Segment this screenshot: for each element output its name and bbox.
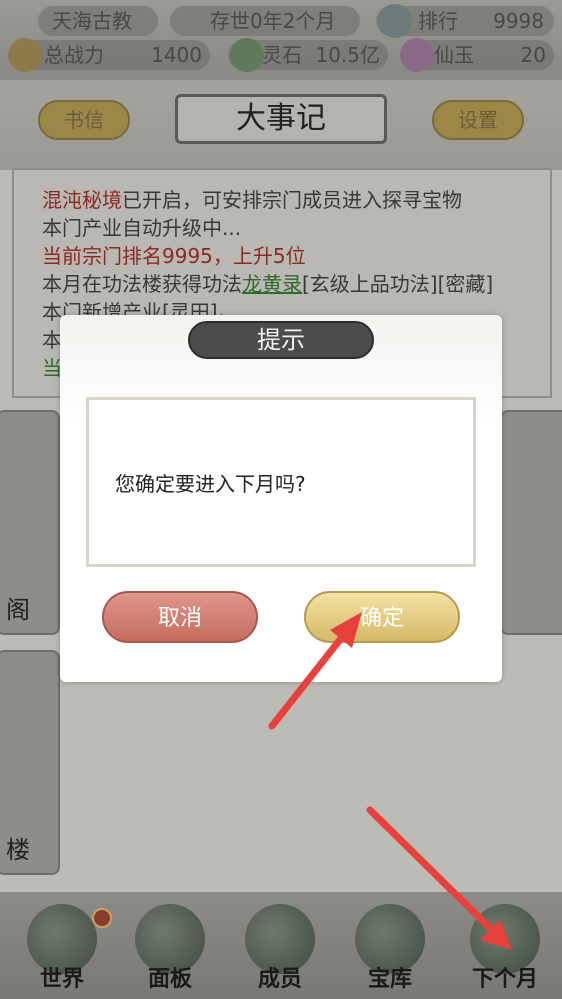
settings-button[interactable]: 设置 bbox=[432, 100, 524, 140]
log-line-3: 当前宗门排名9995，上升5位 bbox=[42, 244, 306, 268]
notification-dot bbox=[92, 908, 112, 928]
log-line-1-text: 已开启，可安排宗门成员进入探寻宝物 bbox=[122, 188, 462, 212]
stone-pill: 灵石 10.5亿 bbox=[228, 38, 388, 72]
nav-panel-label: 面板 bbox=[147, 966, 192, 992]
building-card-tower[interactable]: 楼 bbox=[0, 650, 60, 875]
rank-value: 9998 bbox=[493, 9, 544, 33]
nav-world-label: 世界 bbox=[39, 966, 84, 992]
jade-label: 仙玉 bbox=[434, 43, 474, 67]
log-line-4-post: [玄级上品功法][密藏] bbox=[302, 272, 494, 296]
dialog-message-box: 您确定要进入下月吗? bbox=[86, 397, 476, 567]
nav-next-month-label: 下个月 bbox=[471, 966, 538, 992]
log-line-1-highlight: 混沌秘境 bbox=[42, 188, 122, 212]
power-value: 1400 bbox=[151, 43, 202, 67]
spirit-stone-icon bbox=[230, 38, 264, 72]
power-label: 总战力 bbox=[44, 43, 104, 67]
top-status-bar: 天海古教 存世0年2个月 排行 9998 总战力 1400 灵石 10.5亿 仙… bbox=[0, 0, 562, 80]
nav-treasury-label: 宝库 bbox=[367, 966, 412, 992]
log-line-4-pre: 本月在功法楼获得功法 bbox=[42, 272, 242, 296]
confirm-button[interactable]: 确定 bbox=[304, 591, 460, 643]
building-card-pavilion[interactable]: 阁 bbox=[0, 410, 60, 635]
sect-age: 存世0年2个月 bbox=[210, 9, 336, 33]
log-line-1: 混沌秘境已开启，可安排宗门成员进入探寻宝物 bbox=[42, 184, 462, 213]
dialog-title: 提示 bbox=[188, 321, 374, 359]
technique-link[interactable]: 龙黄录 bbox=[242, 272, 302, 296]
power-icon bbox=[8, 38, 42, 72]
dialog-message: 您确定要进入下月吗? bbox=[115, 472, 306, 496]
bottom-nav: 世界 面板 成员 宝库 下个月 bbox=[0, 892, 562, 999]
sect-name: 天海古教 bbox=[52, 9, 132, 33]
log-line-4: 本月在功法楼获得功法龙黄录[玄级上品功法][密藏] bbox=[42, 268, 493, 297]
jade-pill: 仙玉 20 bbox=[400, 38, 554, 72]
stone-label: 灵石 bbox=[262, 43, 302, 67]
nav-next-month[interactable]: 下个月 bbox=[455, 904, 555, 999]
rank-icon bbox=[378, 4, 412, 38]
rank-pill[interactable]: 排行 9998 bbox=[376, 4, 554, 38]
nav-treasury[interactable]: 宝库 bbox=[340, 904, 440, 999]
jade-value: 20 bbox=[520, 43, 546, 67]
sect-age-pill: 存世0年2个月 bbox=[170, 6, 360, 36]
page-title: 大事记 bbox=[175, 94, 387, 144]
jade-icon bbox=[400, 38, 434, 72]
building-card-right[interactable] bbox=[500, 410, 562, 635]
building-card-pavilion-label: 阁 bbox=[6, 596, 30, 624]
nav-members-label: 成员 bbox=[257, 966, 302, 992]
nav-world[interactable]: 世界 bbox=[12, 904, 112, 999]
letters-button[interactable]: 书信 bbox=[38, 100, 130, 140]
cancel-button[interactable]: 取消 bbox=[102, 591, 258, 643]
log-line-7: 当 bbox=[42, 356, 62, 380]
stone-value: 10.5亿 bbox=[315, 43, 380, 67]
power-pill: 总战力 1400 bbox=[8, 38, 210, 72]
log-line-2: 本门产业自动升级中... bbox=[42, 216, 242, 240]
nav-members[interactable]: 成员 bbox=[230, 904, 330, 999]
confirm-dialog: 提示 您确定要进入下月吗? 取消 确定 bbox=[60, 315, 502, 682]
nav-panel[interactable]: 面板 bbox=[120, 904, 220, 999]
chronicle-header: 书信 大事记 设置 bbox=[0, 80, 562, 170]
rank-label: 排行 bbox=[418, 9, 458, 33]
log-line-6: 本 bbox=[42, 328, 62, 352]
building-card-tower-label: 楼 bbox=[6, 836, 30, 864]
sect-name-pill: 天海古教 bbox=[38, 6, 158, 36]
